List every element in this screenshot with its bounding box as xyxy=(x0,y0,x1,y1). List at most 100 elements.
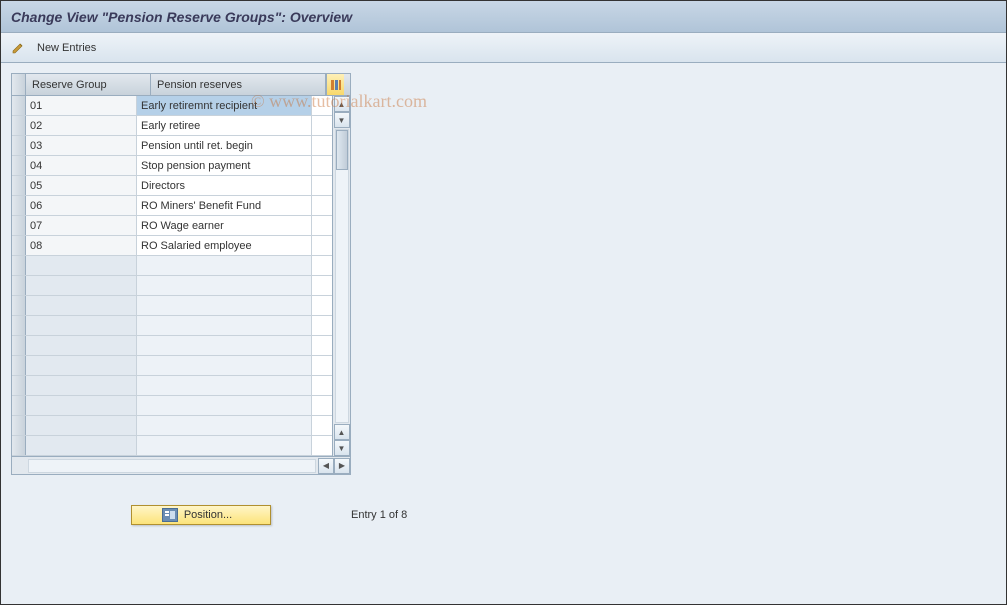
page-title: Change View "Pension Reserve Groups": Ov… xyxy=(11,9,352,25)
cell-group[interactable] xyxy=(26,256,137,275)
table-row[interactable] xyxy=(12,436,332,456)
table-row[interactable] xyxy=(12,276,332,296)
table-row[interactable] xyxy=(12,336,332,356)
scroll-up2-icon[interactable]: ▲ xyxy=(334,424,350,440)
scroll-up-icon[interactable]: ▲ xyxy=(334,96,350,112)
table-row[interactable] xyxy=(12,416,332,436)
table-row[interactable]: 06RO Miners' Benefit Fund xyxy=(12,196,332,216)
cell-reserves[interactable] xyxy=(137,296,312,315)
row-selector[interactable] xyxy=(12,336,26,355)
scroll-right-icon[interactable]: ▶ xyxy=(334,458,350,474)
row-selector[interactable] xyxy=(12,216,26,235)
cell-reserves[interactable] xyxy=(137,276,312,295)
table-row[interactable] xyxy=(12,296,332,316)
scroll-down-icon[interactable]: ▼ xyxy=(334,112,350,128)
pencil-icon[interactable] xyxy=(9,39,27,57)
cell-group[interactable] xyxy=(26,336,137,355)
scroll-down2-icon[interactable]: ▼ xyxy=(334,440,350,456)
cell-reserves[interactable] xyxy=(137,356,312,375)
select-all-handle[interactable] xyxy=(12,74,26,95)
table-row[interactable]: 04Stop pension payment xyxy=(12,156,332,176)
cell-group[interactable] xyxy=(26,396,137,415)
position-label: Position... xyxy=(184,509,232,521)
footer-area: Position... Entry 1 of 8 xyxy=(11,505,996,525)
table-row[interactable]: 07RO Wage earner xyxy=(12,216,332,236)
table-row[interactable] xyxy=(12,316,332,336)
table-body: 01Early retiremnt recipient02Early retir… xyxy=(12,96,332,456)
cell-group[interactable]: 06 xyxy=(26,196,137,215)
scroll-left-icon[interactable]: ◀ xyxy=(318,458,334,474)
row-selector[interactable] xyxy=(12,296,26,315)
cell-reserves[interactable]: Pension until ret. begin xyxy=(137,136,312,155)
cell-reserves[interactable]: RO Miners' Benefit Fund xyxy=(137,196,312,215)
table-row[interactable]: 03Pension until ret. begin xyxy=(12,136,332,156)
cell-reserves[interactable]: Directors xyxy=(137,176,312,195)
table-row[interactable]: 05Directors xyxy=(12,176,332,196)
horizontal-scrollbar[interactable]: ◀ ▶ xyxy=(12,456,350,474)
cell-reserves[interactable]: RO Salaried employee xyxy=(137,236,312,255)
row-selector[interactable] xyxy=(12,156,26,175)
cell-reserves[interactable] xyxy=(137,316,312,335)
cell-group[interactable]: 02 xyxy=(26,116,137,135)
row-selector[interactable] xyxy=(12,396,26,415)
table-header: Reserve Group Pension reserves xyxy=(12,74,350,96)
row-selector[interactable] xyxy=(12,256,26,275)
cell-group[interactable] xyxy=(26,316,137,335)
table-row[interactable] xyxy=(12,356,332,376)
position-button[interactable]: Position... xyxy=(131,505,271,525)
vertical-scrollbar[interactable]: ▲ ▼ ▲ ▼ xyxy=(332,96,350,456)
cell-group[interactable] xyxy=(26,356,137,375)
row-selector[interactable] xyxy=(12,356,26,375)
cell-reserves[interactable]: Early retiremnt recipient xyxy=(137,96,312,115)
cell-reserves[interactable]: Early retiree xyxy=(137,116,312,135)
cell-reserves[interactable] xyxy=(137,376,312,395)
table-row[interactable] xyxy=(12,396,332,416)
data-table: Reserve Group Pension reserves 01Early r… xyxy=(11,73,351,475)
cell-reserves[interactable] xyxy=(137,396,312,415)
row-selector[interactable] xyxy=(12,176,26,195)
position-icon xyxy=(162,508,178,522)
cell-reserves[interactable]: RO Wage earner xyxy=(137,216,312,235)
cell-group[interactable]: 04 xyxy=(26,156,137,175)
row-selector[interactable] xyxy=(12,416,26,435)
content-area: © www.tutorialkart.com Reserve Group Pen… xyxy=(1,63,1006,604)
cell-reserves[interactable] xyxy=(137,436,312,455)
row-selector[interactable] xyxy=(12,96,26,115)
column-header-reserves[interactable]: Pension reserves xyxy=(151,74,326,95)
cell-group[interactable]: 01 xyxy=(26,96,137,115)
vscroll-thumb[interactable] xyxy=(336,130,348,170)
cell-group[interactable]: 03 xyxy=(26,136,137,155)
cell-reserves[interactable] xyxy=(137,416,312,435)
vscroll-track[interactable] xyxy=(335,129,349,423)
row-selector[interactable] xyxy=(12,236,26,255)
row-selector[interactable] xyxy=(12,316,26,335)
cell-group[interactable] xyxy=(26,416,137,435)
column-header-group[interactable]: Reserve Group xyxy=(26,74,151,95)
cell-group[interactable] xyxy=(26,436,137,455)
table-row[interactable]: 08RO Salaried employee xyxy=(12,236,332,256)
cell-reserves[interactable] xyxy=(137,336,312,355)
row-selector[interactable] xyxy=(12,136,26,155)
row-selector[interactable] xyxy=(12,276,26,295)
cell-group[interactable]: 08 xyxy=(26,236,137,255)
table-row[interactable]: 02Early retiree xyxy=(12,116,332,136)
new-entries-button[interactable]: New Entries xyxy=(31,40,102,56)
row-selector[interactable] xyxy=(12,376,26,395)
table-row[interactable]: 01Early retiremnt recipient xyxy=(12,96,332,116)
entry-count-text: Entry 1 of 8 xyxy=(351,509,407,521)
cell-group[interactable]: 05 xyxy=(26,176,137,195)
table-row[interactable] xyxy=(12,376,332,396)
row-selector[interactable] xyxy=(12,116,26,135)
cell-group[interactable]: 07 xyxy=(26,216,137,235)
table-row[interactable] xyxy=(12,256,332,276)
toolbar: New Entries xyxy=(1,33,1006,63)
cell-group[interactable] xyxy=(26,296,137,315)
hscroll-track[interactable] xyxy=(28,459,316,473)
row-selector[interactable] xyxy=(12,196,26,215)
cell-group[interactable] xyxy=(26,376,137,395)
row-selector[interactable] xyxy=(12,436,26,455)
cell-reserves[interactable]: Stop pension payment xyxy=(137,156,312,175)
table-config-icon[interactable] xyxy=(326,74,344,95)
cell-reserves[interactable] xyxy=(137,256,312,275)
cell-group[interactable] xyxy=(26,276,137,295)
